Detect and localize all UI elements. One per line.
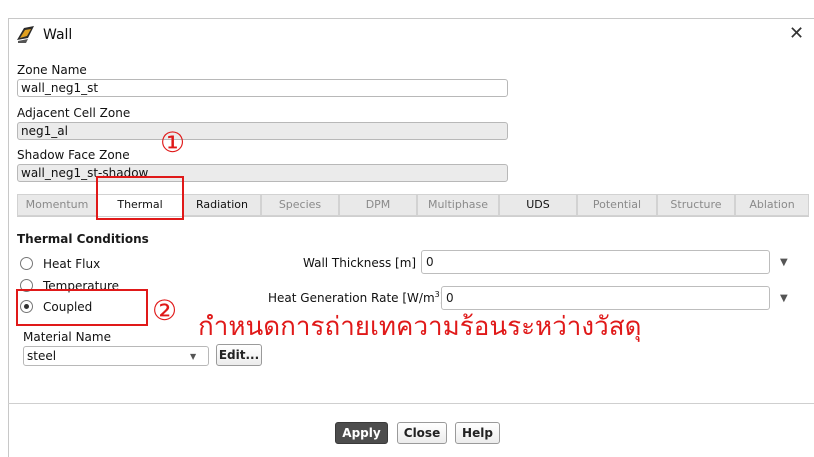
annotation-box-thermal-tab [96,176,184,220]
window-title: Wall [43,27,73,43]
tab-ablation[interactable]: Ablation [735,194,809,216]
tab-uds[interactable]: UDS [499,194,577,216]
thermal-conditions-title: Thermal Conditions [17,232,149,246]
annotation-thai-text: กำหนดการถ่ายเทความร้อนระหว่างวัสดุ [198,312,642,342]
tab-potential[interactable]: Potential [577,194,657,216]
wall-thickness-label: Wall Thickness [m] [303,256,417,270]
heat-flux-label: Heat Flux [43,257,101,271]
zone-name-input[interactable]: wall_neg1_st [17,79,508,97]
annotation-box-coupled [16,289,148,326]
heat-flux-radio[interactable] [20,257,33,270]
heat-generation-dropdown-icon[interactable]: ▼ [780,293,788,304]
heat-generation-input[interactable]: 0 [441,286,770,310]
zone-name-label: Zone Name [17,63,87,77]
wall-thickness-input[interactable]: 0 [421,250,770,274]
tab-species[interactable]: Species [261,194,339,216]
app-icon [16,24,36,44]
annotation-marker-2: ② [152,294,178,327]
bottom-separator [8,403,814,404]
close-icon[interactable]: ✕ [789,23,804,45]
edit-material-button[interactable]: Edit... [216,344,262,366]
material-name-label: Material Name [23,330,111,344]
tab-dpm[interactable]: DPM [339,194,417,216]
title-strip-top [0,0,814,18]
tab-radiation[interactable]: Radiation [183,194,261,216]
material-dropdown-icon[interactable]: ▼ [190,352,196,361]
heat-generation-label: Heat Generation Rate [W/m3] [268,290,444,305]
shadow-face-zone-field: wall_neg1_st-shadow [17,164,508,182]
shadow-face-zone-label: Shadow Face Zone [17,148,130,162]
adjacent-cell-zone-label: Adjacent Cell Zone [17,106,131,120]
tab-momentum[interactable]: Momentum [17,194,97,216]
close-button[interactable]: Close [397,422,447,444]
tab-multiphase[interactable]: Multiphase [417,194,499,216]
material-select[interactable]: steel [23,346,209,366]
tab-structure[interactable]: Structure [657,194,735,216]
help-button[interactable]: Help [455,422,500,444]
apply-button[interactable]: Apply [335,422,388,444]
wall-thickness-dropdown-icon[interactable]: ▼ [780,257,788,268]
annotation-marker-1: ① [160,126,186,159]
adjacent-cell-zone-field: neg1_al [17,122,508,140]
